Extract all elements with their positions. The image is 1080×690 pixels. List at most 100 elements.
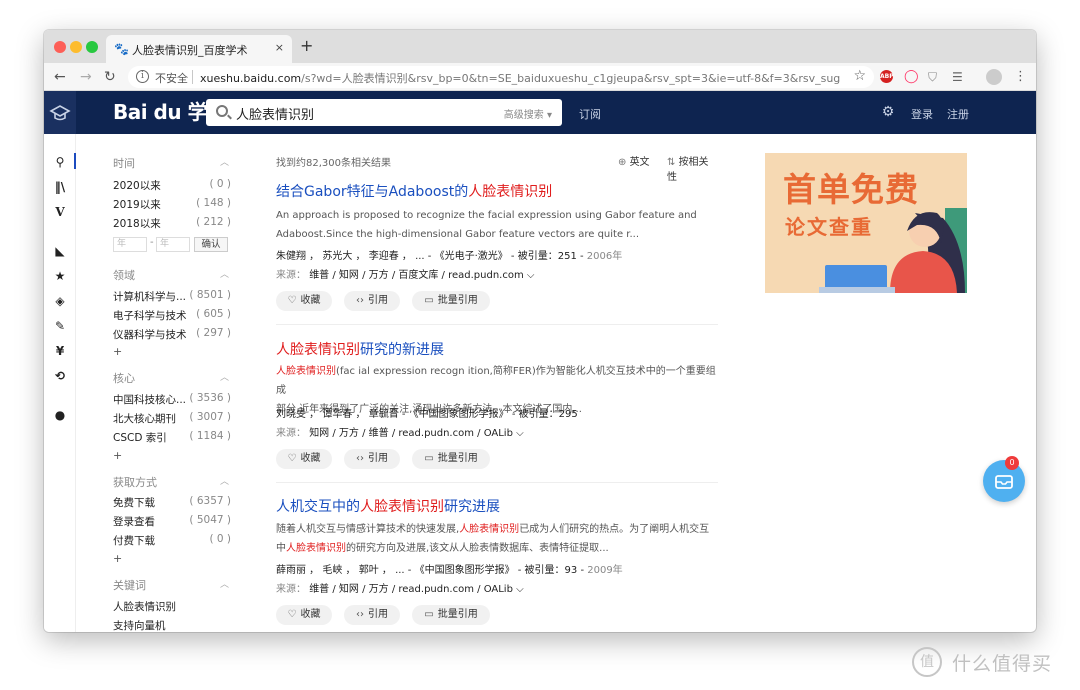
heart-icon: ♡ bbox=[287, 609, 297, 620]
ad-banner[interactable]: 首单免费 论文查重 bbox=[765, 153, 967, 293]
filter-item[interactable]: 北大核心期刊( 3007 ) bbox=[113, 411, 231, 426]
user-icon[interactable]: ● bbox=[52, 407, 68, 423]
back-button[interactable]: ← bbox=[54, 69, 66, 85]
result-abstract: An approach is proposed to recognize the… bbox=[276, 210, 697, 240]
sort-select[interactable]: ⇅ 按相关性 bbox=[667, 153, 718, 183]
gear-icon[interactable]: ⚙ bbox=[881, 105, 895, 119]
divider bbox=[276, 482, 718, 483]
yen-icon[interactable]: ¥ bbox=[52, 343, 68, 359]
translate-icon: ⊕ bbox=[618, 157, 630, 168]
shield-icon[interactable]: ⛉ bbox=[928, 69, 937, 85]
info-icon[interactable]: i bbox=[136, 70, 149, 83]
search-value: 人脸表情识别 bbox=[236, 108, 315, 123]
filter-title-core: 核心 bbox=[113, 372, 135, 385]
filter-title-time: 时间 bbox=[113, 157, 135, 170]
register-link[interactable]: 注册 bbox=[947, 106, 969, 122]
collapse-caret-icon[interactable]: ︿ bbox=[220, 577, 229, 590]
collapse-caret-icon[interactable]: ︿ bbox=[220, 474, 229, 487]
search-icon bbox=[216, 105, 228, 117]
pen-icon[interactable]: ✎ bbox=[52, 318, 68, 334]
favorite-button[interactable]: ♡ 收藏 bbox=[276, 449, 332, 469]
bookmark-star-icon[interactable]: ☆ bbox=[853, 68, 866, 84]
more-button[interactable]: + bbox=[113, 449, 122, 462]
result-title[interactable]: 结合Gabor特征与Adaboost的人脸表情识别 bbox=[276, 181, 552, 201]
reload-button[interactable]: ↻ bbox=[104, 69, 116, 85]
sort-icon: ⇅ bbox=[667, 157, 679, 168]
library-icon[interactable]: ‖\ bbox=[52, 179, 68, 195]
collapse-caret-icon[interactable]: ︿ bbox=[220, 155, 229, 168]
filter-item[interactable]: 2018以来( 212 ) bbox=[113, 216, 231, 231]
tab-bar: 🐾 人脸表情识别_百度学术 × + bbox=[44, 30, 1036, 63]
list-icon[interactable]: ☰ bbox=[952, 69, 963, 85]
filter-item[interactable]: 人脸表情识别 bbox=[113, 599, 231, 614]
stack-icon[interactable]: ◈ bbox=[52, 293, 68, 309]
filter-item[interactable]: 登录查看( 5047 ) bbox=[113, 514, 231, 529]
filter-item[interactable]: 仪器科学与技术( 297 ) bbox=[113, 327, 231, 342]
cite-button[interactable]: ‹› 引用 bbox=[344, 291, 400, 311]
heart-icon: ♡ bbox=[287, 295, 297, 306]
lang-toggle[interactable]: ⊕ 英文 bbox=[618, 153, 650, 168]
code-icon: ‹› bbox=[356, 295, 364, 306]
year-confirm-button[interactable]: 确认 bbox=[194, 237, 228, 252]
rss-icon[interactable]: ◣ bbox=[52, 243, 68, 259]
search-input[interactable]: 人脸表情识别 高级搜索 ▾ bbox=[206, 99, 562, 126]
v-icon[interactable]: V bbox=[52, 204, 68, 220]
year-from-input[interactable]: 年 bbox=[113, 237, 147, 252]
sidebar-toggle[interactable] bbox=[44, 91, 76, 134]
advanced-search-button[interactable]: 高级搜索 ▾ bbox=[504, 106, 552, 121]
new-tab-button[interactable]: + bbox=[300, 38, 313, 54]
result-title[interactable]: 人机交互中的人脸表情识别研究进展 bbox=[276, 496, 500, 516]
forward-button[interactable]: → bbox=[80, 69, 92, 85]
filter-item[interactable]: 2019以来( 148 ) bbox=[113, 197, 231, 212]
notification-badge: 0 bbox=[1005, 456, 1019, 470]
cite-button[interactable]: ‹› 引用 bbox=[344, 449, 400, 469]
result-sources[interactable]: 来源： 维普 / 知网 / 万方 / 百度文库 / read.pudn.com … bbox=[276, 266, 534, 281]
profile-avatar-icon[interactable] bbox=[986, 69, 1002, 85]
inbox-icon bbox=[995, 475, 1013, 489]
filter-title-field: 领域 bbox=[113, 269, 135, 282]
login-link[interactable]: 登录 bbox=[911, 106, 933, 122]
favorite-button[interactable]: ♡ 收藏 bbox=[276, 291, 332, 311]
url-field[interactable]: i 不安全 xueshu.baidu.com/s?wd=人脸表情识别&rsv_b… bbox=[128, 66, 874, 88]
result-sources[interactable]: 来源： 维普 / 知网 / 万方 / read.pudn.com / OALib… bbox=[276, 580, 524, 595]
watermark-text: 什么值得买 bbox=[952, 653, 1053, 675]
tab-close-icon[interactable]: × bbox=[275, 41, 284, 54]
more-button[interactable]: + bbox=[113, 345, 122, 358]
favorite-button[interactable]: ♡ 收藏 bbox=[276, 605, 332, 625]
tab-active[interactable]: 🐾 人脸表情识别_百度学术 × bbox=[106, 35, 292, 63]
filter-item[interactable]: 支持向量机 bbox=[113, 618, 231, 632]
collapse-caret-icon[interactable]: ︿ bbox=[220, 370, 229, 383]
filter-item[interactable]: 付费下载( 0 ) bbox=[113, 533, 231, 548]
sync-icon[interactable]: ⟲ bbox=[52, 368, 68, 384]
result-sources[interactable]: 来源： 知网 / 万方 / 维普 / read.pudn.com / OALib… bbox=[276, 424, 524, 439]
more-button[interactable]: + bbox=[113, 552, 122, 565]
graduation-cap-icon bbox=[49, 105, 71, 121]
filter-item[interactable]: CSCD 索引( 1184 ) bbox=[113, 430, 231, 445]
batch-cite-button[interactable]: ▭ 批量引用 bbox=[412, 449, 490, 469]
opera-icon[interactable]: ◯ bbox=[904, 69, 919, 85]
filter-item[interactable]: 免费下载( 6357 ) bbox=[113, 495, 231, 510]
more-menu-icon[interactable]: ⋮ bbox=[1014, 69, 1027, 85]
batch-cite-button[interactable]: ▭ 批量引用 bbox=[412, 291, 490, 311]
close-window-button[interactable] bbox=[54, 41, 66, 53]
subscribe-link[interactable]: 订阅 bbox=[579, 106, 601, 122]
zoom-window-button[interactable] bbox=[86, 41, 98, 53]
result-abstract: 随着人机交互与情感计算技术的快速发展,人脸表情识别已成为人们研究的热点。为了阐明… bbox=[276, 524, 710, 554]
baidu-paw-icon: 🐾 bbox=[114, 42, 129, 56]
adblock-plus-icon[interactable]: ABP bbox=[880, 70, 894, 83]
batch-cite-button[interactable]: ▭ 批量引用 bbox=[412, 605, 490, 625]
collapse-caret-icon[interactable]: ︿ bbox=[220, 267, 229, 280]
star-icon[interactable]: ★ bbox=[52, 268, 68, 284]
minimize-window-button[interactable] bbox=[70, 41, 82, 53]
result-title[interactable]: 人脸表情识别研究的新进展 bbox=[276, 339, 444, 359]
filter-item[interactable]: 中国科技核心...( 3536 ) bbox=[113, 392, 231, 407]
floating-action-button[interactable]: 0 bbox=[983, 456, 1025, 502]
result-authors: 刘晓旻 ， 谭华春 ， 章毓晋 - 《中国图象图形学报》 - 被引量：295 bbox=[276, 409, 578, 420]
cite-button[interactable]: ‹› 引用 bbox=[344, 605, 400, 625]
site-header: Bai du 学术 人脸表情识别 高级搜索 ▾ 订阅 ⚙ 登录 注册 bbox=[44, 91, 1036, 134]
filter-item[interactable]: 计算机科学与...( 8501 ) bbox=[113, 289, 231, 304]
filter-item[interactable]: 2020以来( 0 ) bbox=[113, 178, 231, 193]
search-icon[interactable]: ⚲ bbox=[52, 154, 68, 170]
year-to-input[interactable]: 年 bbox=[156, 237, 190, 252]
filter-item[interactable]: 电子科学与技术( 605 ) bbox=[113, 308, 231, 323]
